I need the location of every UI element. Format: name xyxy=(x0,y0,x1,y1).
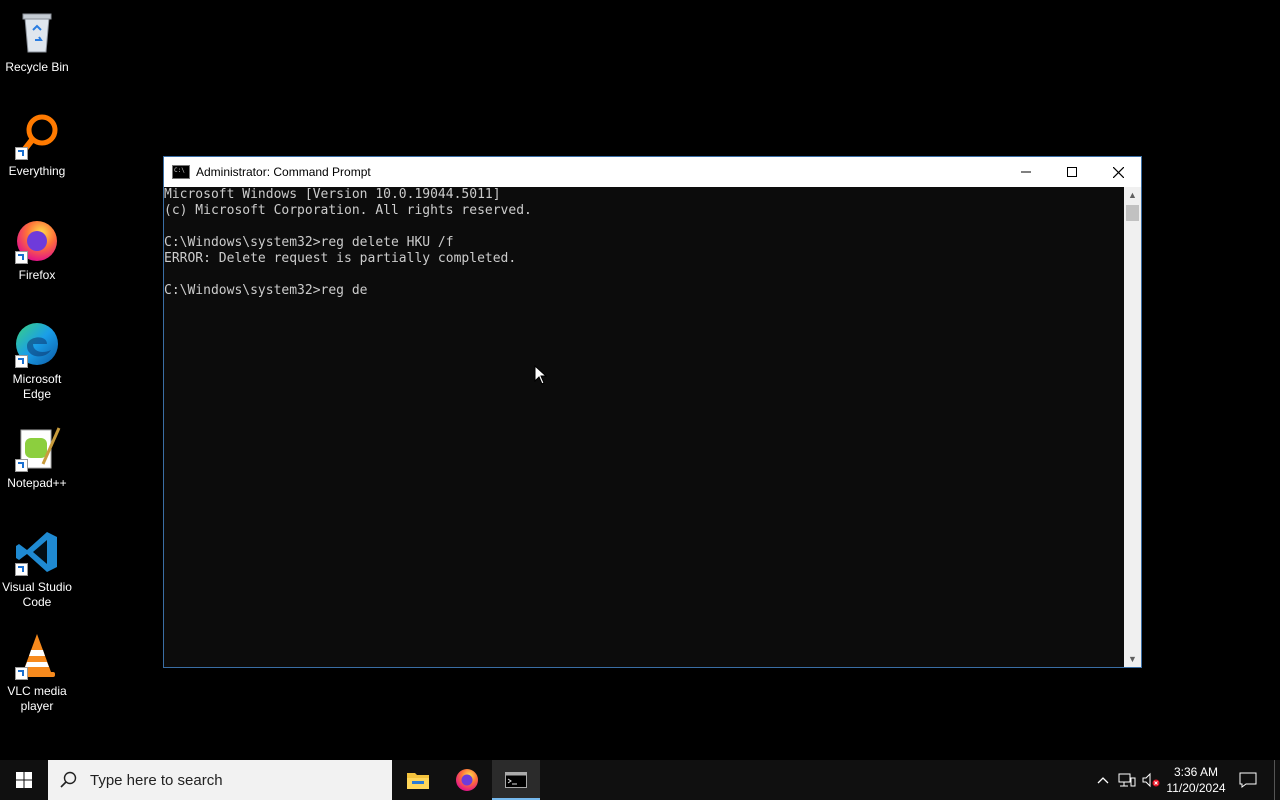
console-line: Microsoft Windows [Version 10.0.19044.50… xyxy=(164,187,501,202)
desktop-icon-edge[interactable]: Microsoft Edge xyxy=(0,320,74,402)
maximize-icon xyxy=(1067,167,1077,177)
scrollbar-thumb[interactable] xyxy=(1126,205,1139,221)
mouse-pointer-icon xyxy=(534,365,548,385)
maximize-button[interactable] xyxy=(1049,157,1095,187)
network-status-button[interactable] xyxy=(1116,760,1138,800)
show-desktop-button[interactable] xyxy=(1274,760,1275,800)
shortcut-arrow-icon xyxy=(15,459,28,472)
taskbar-firefox[interactable] xyxy=(443,760,491,800)
shortcut-arrow-icon xyxy=(15,667,28,680)
show-hidden-icons-button[interactable] xyxy=(1092,760,1114,800)
window-title: Administrator: Command Prompt xyxy=(196,165,371,179)
minimize-icon xyxy=(1021,171,1031,173)
shortcut-arrow-icon xyxy=(15,563,28,576)
desktop-icon-label: Recycle Bin xyxy=(5,60,69,74)
clock-date: 11/20/2024 xyxy=(1166,781,1226,795)
notification-icon xyxy=(1239,772,1257,788)
taskbar: Type here to search 3:36 AM 11/20/2024 xyxy=(0,760,1280,800)
command-prompt-icon xyxy=(505,772,527,788)
firefox-icon xyxy=(13,216,61,264)
edge-icon xyxy=(13,320,61,368)
shortcut-arrow-icon xyxy=(15,355,28,368)
desktop-icon-firefox[interactable]: Firefox xyxy=(0,216,74,283)
console-output[interactable]: Microsoft Windows [Version 10.0.19044.50… xyxy=(164,187,1124,667)
scroll-down-icon[interactable]: ▼ xyxy=(1124,651,1141,667)
minimize-button[interactable] xyxy=(1003,157,1049,187)
firefox-icon xyxy=(456,769,478,791)
desktop-icon-label: Everything xyxy=(8,164,66,178)
search-icon xyxy=(60,771,77,788)
close-button[interactable] xyxy=(1095,157,1141,187)
console-line: C:\Windows\system32>reg delete HKU /f xyxy=(164,235,454,250)
desktop-icon-label: Microsoft Edge xyxy=(12,372,62,401)
command-prompt-window[interactable]: Administrator: Command Prompt Microsoft … xyxy=(164,157,1141,667)
taskbar-search-box[interactable]: Type here to search xyxy=(48,760,392,800)
shortcut-arrow-icon xyxy=(15,147,28,160)
desktop-icon-label: Notepad++ xyxy=(7,476,67,490)
desktop-icon-vlc[interactable]: VLC media player xyxy=(0,632,74,714)
desktop-icon-label: VLC media player xyxy=(7,684,67,713)
clock-time: 3:36 AM xyxy=(1173,765,1219,779)
network-icon xyxy=(1118,773,1136,787)
shortcut-arrow-icon xyxy=(15,251,28,264)
desktop-icon-notepadpp[interactable]: Notepad++ xyxy=(0,424,74,491)
volume-muted-icon xyxy=(1142,772,1160,788)
console-line: (c) Microsoft Corporation. All rights re… xyxy=(164,203,532,218)
command-prompt-icon xyxy=(172,165,190,179)
desktop-icon-recycle-bin[interactable]: Recycle Bin xyxy=(0,8,74,75)
recycle-bin-icon xyxy=(13,8,61,56)
chevron-up-icon xyxy=(1097,777,1109,784)
desktop-icon-label: Firefox xyxy=(18,268,56,282)
scroll-up-icon[interactable]: ▲ xyxy=(1124,187,1141,203)
start-button[interactable] xyxy=(0,760,48,800)
console-line: ERROR: Delete request is partially compl… xyxy=(164,251,517,266)
taskbar-command-prompt[interactable] xyxy=(492,760,540,800)
desktop-icon-vscode[interactable]: Visual Studio Code xyxy=(0,528,74,610)
everything-search-icon xyxy=(13,112,61,160)
notepadpp-icon xyxy=(13,424,61,472)
windows-logo-icon xyxy=(16,772,32,788)
volume-button[interactable] xyxy=(1140,760,1162,800)
window-titlebar[interactable]: Administrator: Command Prompt xyxy=(164,157,1141,187)
vscode-icon xyxy=(13,528,61,576)
search-placeholder: Type here to search xyxy=(90,771,223,789)
desktop-icon-everything[interactable]: Everything xyxy=(0,112,74,179)
file-explorer-icon xyxy=(407,773,429,789)
desktop-icon-label: Visual Studio Code xyxy=(2,580,72,609)
console-input-line[interactable]: C:\Windows\system32>reg de xyxy=(164,283,1124,299)
taskbar-file-explorer[interactable] xyxy=(394,760,442,800)
close-icon xyxy=(1112,166,1124,178)
taskbar-clock[interactable]: 3:36 AM 11/20/2024 xyxy=(1160,760,1232,800)
vlc-icon xyxy=(13,632,61,680)
action-center-button[interactable] xyxy=(1232,760,1264,800)
vertical-scrollbar[interactable]: ▲ ▼ xyxy=(1124,187,1141,667)
